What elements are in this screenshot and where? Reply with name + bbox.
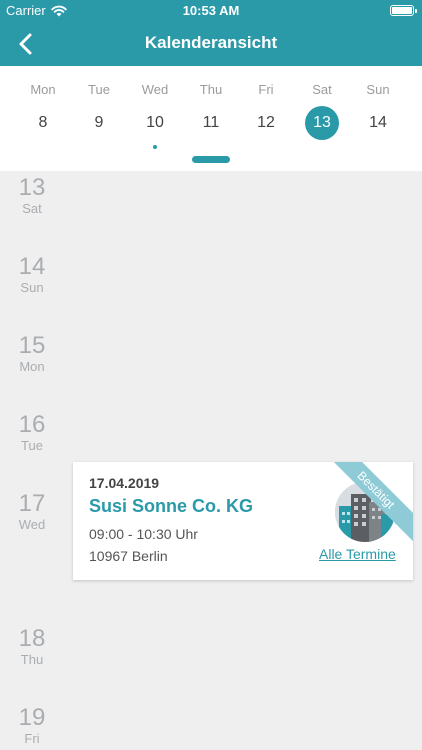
- timeline-day-number: 16: [18, 411, 46, 438]
- timeline-day-number: 14: [18, 253, 46, 280]
- event-indicator-dot: [153, 145, 157, 149]
- timeline-day-name: Sat: [22, 201, 42, 216]
- week-day-sat-selected[interactable]: Sat 13: [292, 66, 352, 156]
- timeline-day-label: 15 Mon: [0, 332, 64, 375]
- week-day-number: 14: [369, 114, 387, 131]
- appointment-time: 09:00 - 10:30 Uhr: [89, 526, 198, 542]
- timeline-day-name: Fri: [24, 731, 40, 746]
- battery-icon: [390, 5, 417, 16]
- week-day-sun[interactable]: Sun 14: [348, 66, 408, 156]
- timeline-day-name: Tue: [21, 438, 43, 453]
- timeline-day-label: 14 Sun: [0, 253, 64, 296]
- week-day-number: 9: [94, 114, 104, 131]
- timeline-day-name: Wed: [18, 517, 46, 532]
- week-day-name: Mon: [30, 82, 56, 97]
- week-day-name: Fri: [258, 82, 274, 97]
- week-day-number: 11: [202, 114, 220, 131]
- status-bar: Carrier 10:53 AM: [0, 0, 422, 22]
- week-day-number: 13: [305, 106, 339, 140]
- timeline-day-number: 17: [18, 490, 46, 517]
- week-day-name: Sat: [312, 82, 332, 97]
- app-header: Carrier 10:53 AM Kalenderansicht: [0, 0, 422, 66]
- appointment-card[interactable]: 17.04.2019 Susi Sonne Co. KG 09:00 - 10:…: [73, 462, 413, 580]
- timeline-day-name: Thu: [20, 652, 44, 667]
- week-day-number: 8: [38, 114, 48, 131]
- week-day-thu[interactable]: Thu 11: [181, 66, 241, 156]
- week-day-name: Sun: [366, 82, 390, 97]
- week-day-name: Wed: [141, 82, 169, 97]
- timeline-day-label: 18 Thu: [0, 625, 64, 668]
- page-title: Kalenderansicht: [144, 33, 278, 52]
- week-day-number: 10: [146, 114, 164, 131]
- week-strip: Mon 8 Tue 9 Wed 10 Thu 11 Fri 12 Sat 13 …: [0, 66, 422, 171]
- day-timeline: 13 Sat 14 Sun 15 Mon 16 Tue 17 Wed 18 Th…: [0, 171, 422, 750]
- week-day-mon[interactable]: Mon 8: [13, 66, 73, 156]
- appointment-date: 17.04.2019: [89, 475, 160, 491]
- status-time: 10:53 AM: [182, 3, 240, 18]
- week-day-fri[interactable]: Fri 12: [236, 66, 296, 156]
- week-day-name: Tue: [88, 82, 110, 97]
- week-day-wed[interactable]: Wed 10: [125, 66, 185, 156]
- week-collapse-handle[interactable]: [192, 156, 230, 163]
- week-day-tue[interactable]: Tue 9: [69, 66, 129, 156]
- week-day-name: Thu: [199, 82, 223, 97]
- all-appointments-link[interactable]: Alle Termine: [319, 546, 396, 562]
- timeline-day-number: 18: [18, 625, 46, 652]
- timeline-day-name: Mon: [19, 359, 45, 374]
- timeline-day-label: 16 Tue: [0, 411, 64, 454]
- timeline-day-number: 15: [18, 332, 46, 359]
- timeline-day-label: 17 Wed: [0, 490, 64, 533]
- timeline-day-label: 19 Fri: [0, 704, 64, 747]
- timeline-day-number: 13: [18, 174, 46, 201]
- week-day-number: 12: [257, 114, 275, 131]
- appointment-location: 10967 Berlin: [89, 548, 168, 564]
- timeline-day-label: 13 Sat: [0, 174, 64, 217]
- timeline-day-name: Sun: [20, 280, 44, 295]
- appointment-company: Susi Sonne Co. KG: [89, 496, 254, 516]
- timeline-day-number: 19: [18, 704, 46, 731]
